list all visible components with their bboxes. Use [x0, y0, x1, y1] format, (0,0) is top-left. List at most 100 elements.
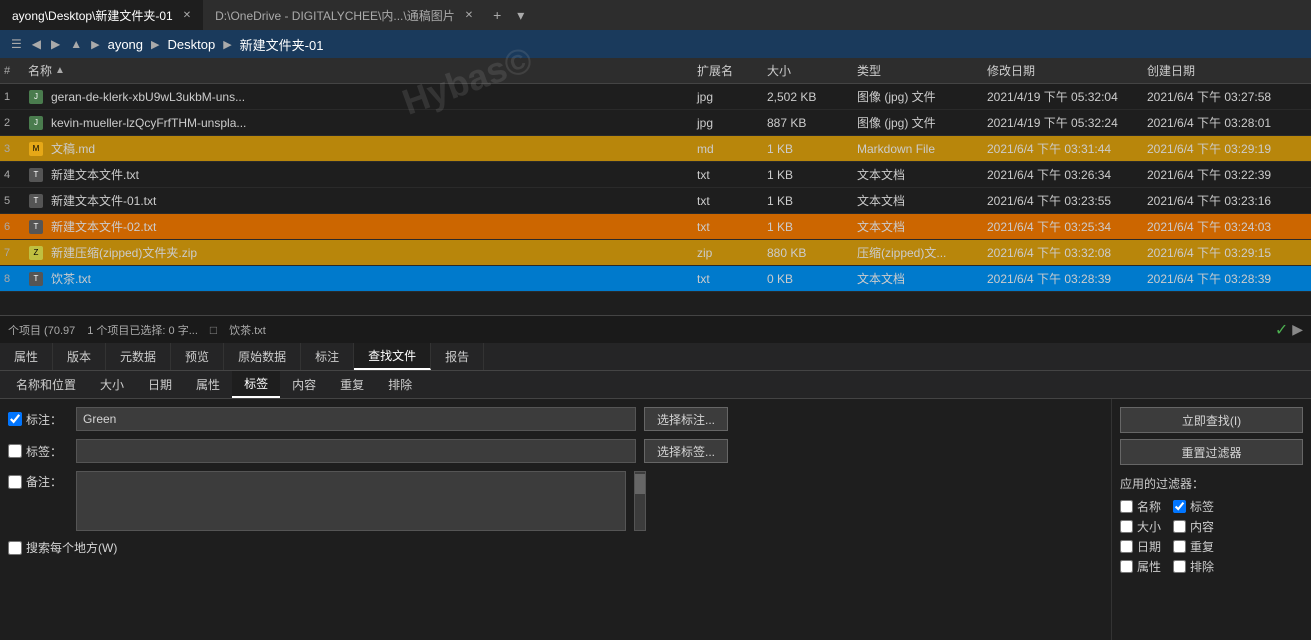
- annotation-input[interactable]: [76, 407, 636, 431]
- filter-item-属性[interactable]: 属性: [1120, 558, 1161, 575]
- filter-checkbox-属性[interactable]: [1120, 560, 1133, 573]
- filter-item-日期[interactable]: 日期: [1120, 538, 1161, 555]
- status-arrow-icon[interactable]: ▶: [1292, 321, 1303, 338]
- breadcrumb-ayong[interactable]: ayong: [106, 37, 145, 52]
- table-row[interactable]: 1 Jgeran-de-klerk-xbU9wL3ukbM-uns... jpg…: [0, 84, 1311, 110]
- reset-filter-button[interactable]: 重置过滤器: [1120, 439, 1303, 465]
- annotation-checkbox[interactable]: [8, 412, 22, 426]
- nav-right-button[interactable]: ▶: [48, 37, 63, 51]
- search-tab-内容[interactable]: 内容: [280, 371, 328, 398]
- row-type: 图像 (jpg) 文件: [857, 114, 987, 131]
- tab-2-close[interactable]: ✕: [465, 10, 473, 21]
- note-checkbox[interactable]: [8, 475, 22, 489]
- row-num: 8: [4, 273, 28, 285]
- search-everywhere-label: 搜索每个地方(W): [8, 539, 117, 556]
- table-row[interactable]: 6 T新建文本文件-02.txt txt 1 KB 文本文档 2021/6/4 …: [0, 214, 1311, 240]
- col-header-ext[interactable]: 扩展名: [697, 62, 767, 79]
- select-tag-button[interactable]: 选择标签...: [644, 439, 728, 463]
- note-textarea[interactable]: [76, 471, 626, 531]
- select-annotation-button[interactable]: 选择标注...: [644, 407, 728, 431]
- row-ext: txt: [697, 272, 767, 286]
- col-header-name[interactable]: 名称 ▲: [28, 62, 697, 79]
- search-tab-标签[interactable]: 标签: [232, 371, 280, 398]
- filter-checkbox-内容[interactable]: [1173, 520, 1186, 533]
- table-row[interactable]: 3 M文稿.md md 1 KB Markdown File 2021/6/4 …: [0, 136, 1311, 162]
- tab-arrow[interactable]: ▾: [509, 7, 532, 24]
- tag-checkbox[interactable]: [8, 444, 22, 458]
- note-label-text: 备注：: [26, 473, 62, 490]
- filter-item-排除[interactable]: 排除: [1173, 558, 1214, 575]
- note-scrollbar[interactable]: [634, 471, 646, 531]
- toolbar: ☰ ◀ ▶ ▲ ▶ ayong ▶ Desktop ▶ 新建文件夹-01: [0, 30, 1311, 58]
- bottom-tab-版本[interactable]: 版本: [53, 343, 106, 370]
- nav-left-button[interactable]: ◀: [29, 37, 44, 51]
- filter-checkbox-排除[interactable]: [1173, 560, 1186, 573]
- col-header-modified[interactable]: 修改日期: [987, 62, 1147, 79]
- col-header-created[interactable]: 创建日期: [1147, 62, 1307, 79]
- row-num: 3: [4, 143, 28, 155]
- filter-checkbox-日期[interactable]: [1120, 540, 1133, 553]
- filter-item-重复[interactable]: 重复: [1173, 538, 1214, 555]
- txt-icon: T: [28, 167, 44, 183]
- bottom-tab-标注[interactable]: 标注: [301, 343, 354, 370]
- tab-2[interactable]: D:\OneDrive - DIGITALYCHEE\内...\通稿图片 ✕: [203, 0, 485, 30]
- row-size: 1 KB: [767, 168, 857, 182]
- search-tab-排除[interactable]: 排除: [376, 371, 424, 398]
- row-ext: zip: [697, 246, 767, 260]
- search-everywhere-checkbox[interactable]: [8, 541, 22, 555]
- status-right: ✓ ▶: [1275, 320, 1303, 340]
- bottom-tab-查找文件[interactable]: 查找文件: [354, 343, 431, 370]
- filter-item-大小[interactable]: 大小: [1120, 518, 1161, 535]
- filter-checkbox-名称[interactable]: [1120, 500, 1133, 513]
- breadcrumb-sep-0: ▶: [91, 38, 99, 51]
- row-ext: jpg: [697, 116, 767, 130]
- tag-input[interactable]: [76, 439, 636, 463]
- col-header-type[interactable]: 类型: [857, 62, 987, 79]
- tab-1[interactable]: ayong\Desktop\新建文件夹-01 ✕: [0, 0, 203, 30]
- row-modified: 2021/6/4 下午 03:32:08: [987, 244, 1147, 261]
- nav-up-button[interactable]: ▲: [67, 37, 85, 51]
- breadcrumb-desktop[interactable]: Desktop: [165, 37, 217, 52]
- row-name: Jgeran-de-klerk-xbU9wL3ukbM-uns...: [28, 89, 697, 105]
- search-tab-属性[interactable]: 属性: [184, 371, 232, 398]
- search-tab-大小[interactable]: 大小: [88, 371, 136, 398]
- bottom-tab-预览[interactable]: 预览: [171, 343, 224, 370]
- filter-item-名称[interactable]: 名称: [1120, 498, 1161, 515]
- row-modified: 2021/6/4 下午 03:31:44: [987, 140, 1147, 157]
- table-row[interactable]: 8 T饮茶.txt txt 0 KB 文本文档 2021/6/4 下午 03:2…: [0, 266, 1311, 292]
- nav-back-button[interactable]: ☰: [8, 37, 25, 51]
- filter-checkbox-标签[interactable]: [1173, 500, 1186, 513]
- row-type: 文本文档: [857, 192, 987, 209]
- search-everywhere-row: 搜索每个地方(W): [8, 539, 1103, 556]
- breadcrumb-folder[interactable]: 新建文件夹-01: [238, 35, 326, 54]
- add-tab-button[interactable]: +: [485, 7, 509, 23]
- filter-item-内容[interactable]: 内容: [1173, 518, 1214, 535]
- filter-checkbox-大小[interactable]: [1120, 520, 1133, 533]
- md-icon: M: [28, 141, 44, 157]
- filter-row: 名称标签: [1120, 498, 1303, 515]
- row-modified: 2021/4/19 下午 05:32:04: [987, 88, 1147, 105]
- row-type: 压缩(zipped)文...: [857, 244, 987, 261]
- bottom-tab-原始数据[interactable]: 原始数据: [224, 343, 301, 370]
- table-row[interactable]: 2 Jkevin-mueller-lzQcyFrfTHM-unspla... j…: [0, 110, 1311, 136]
- col-header-size[interactable]: 大小: [767, 62, 857, 79]
- search-tab-重复[interactable]: 重复: [328, 371, 376, 398]
- filter-checkbox-重复[interactable]: [1173, 540, 1186, 553]
- table-row[interactable]: 5 T新建文本文件-01.txt txt 1 KB 文本文档 2021/6/4 …: [0, 188, 1311, 214]
- bottom-tab-报告[interactable]: 报告: [431, 343, 484, 370]
- breadcrumb-sep-1: ▶: [151, 38, 159, 51]
- row-name: T新建文本文件-01.txt: [28, 192, 697, 209]
- tab-1-close[interactable]: ✕: [183, 10, 191, 21]
- row-num: 5: [4, 195, 28, 207]
- table-row[interactable]: 4 T新建文本文件.txt txt 1 KB 文本文档 2021/6/4 下午 …: [0, 162, 1311, 188]
- filter-item-标签[interactable]: 标签: [1173, 498, 1214, 515]
- table-row[interactable]: 7 Z新建压缩(zipped)文件夹.zip zip 880 KB 压缩(zip…: [0, 240, 1311, 266]
- bottom-tab-元数据[interactable]: 元数据: [106, 343, 171, 370]
- find-now-button[interactable]: 立即查找(I): [1120, 407, 1303, 433]
- row-created: 2021/6/4 下午 03:28:39: [1147, 270, 1307, 287]
- row-modified: 2021/4/19 下午 05:32:24: [987, 114, 1147, 131]
- bottom-tab-属性[interactable]: 属性: [0, 343, 53, 370]
- search-tab-名称和位置[interactable]: 名称和位置: [4, 371, 88, 398]
- search-tab-日期[interactable]: 日期: [136, 371, 184, 398]
- row-created: 2021/6/4 下午 03:28:01: [1147, 114, 1307, 131]
